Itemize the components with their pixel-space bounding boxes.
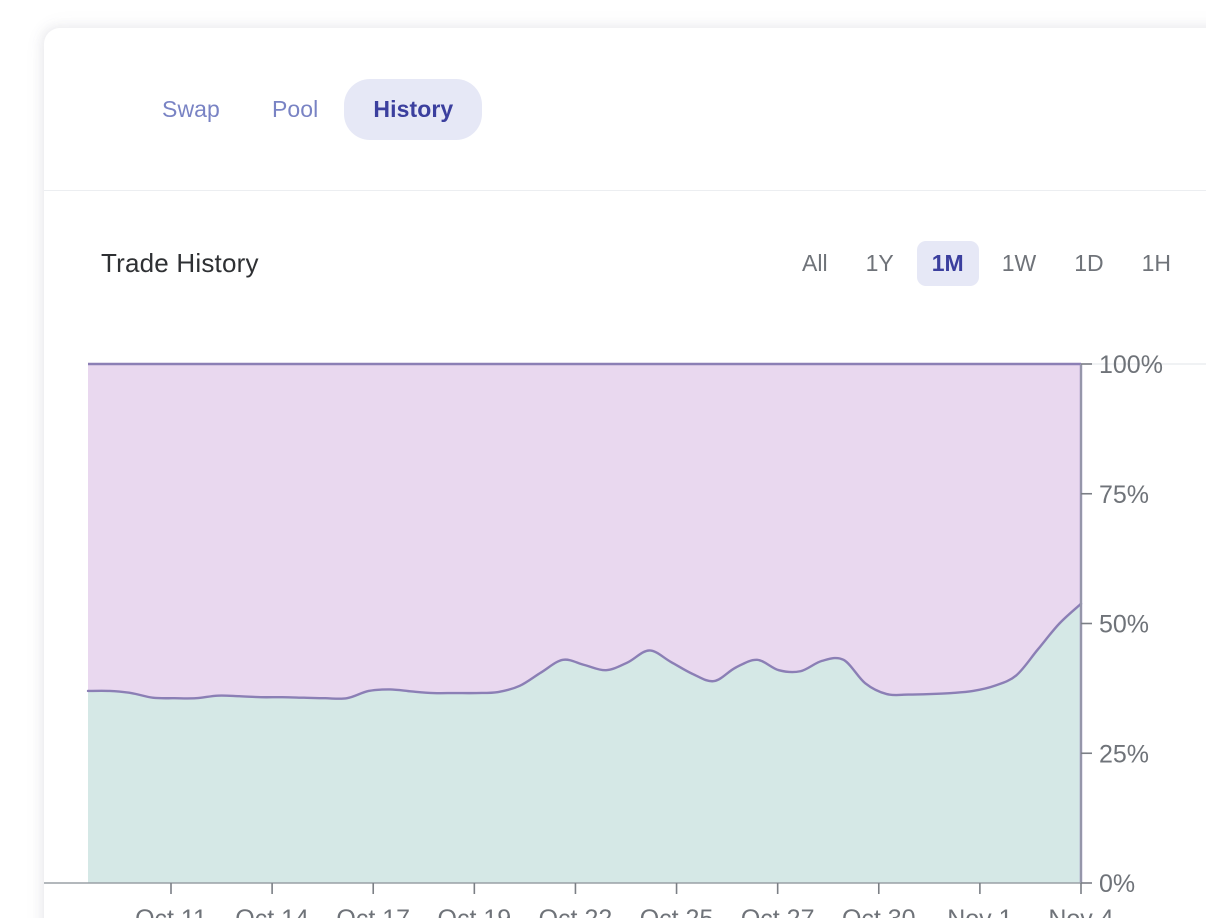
page-title: Trade History — [101, 248, 259, 279]
svg-text:Oct 30: Oct 30 — [842, 905, 916, 918]
svg-text:50%: 50% — [1099, 611, 1149, 639]
svg-text:Oct 11: Oct 11 — [135, 905, 207, 918]
app-root: Swap Pool History Trade History All 1Y 1… — [0, 0, 1206, 918]
svg-text:75%: 75% — [1099, 481, 1149, 509]
trade-history-chart[interactable]: 0% 25% 50% 75% 100% Oct 11 Oct 14 Oct 17 Oct 19 O… — [44, 336, 1206, 918]
tab-history[interactable]: History — [344, 79, 482, 140]
range-1d[interactable]: 1D — [1059, 241, 1118, 286]
svg-text:Nov 4: Nov 4 — [1048, 905, 1113, 918]
chart-areas — [88, 364, 1081, 883]
svg-text:100%: 100% — [1099, 351, 1163, 379]
range-all[interactable]: All — [787, 241, 843, 286]
svg-text:Oct 17: Oct 17 — [336, 905, 410, 918]
range-selector: All 1Y 1M 1W 1D 1H — [787, 241, 1186, 286]
tab-pool[interactable]: Pool — [246, 79, 344, 140]
svg-text:Nov 1: Nov 1 — [947, 905, 1012, 918]
svg-text:Oct 14: Oct 14 — [235, 905, 309, 918]
svg-text:Oct 27: Oct 27 — [741, 905, 815, 918]
svg-text:Oct 19: Oct 19 — [438, 905, 512, 918]
svg-text:25%: 25% — [1099, 740, 1149, 768]
tab-swap[interactable]: Swap — [136, 79, 246, 140]
panel-header: Trade History All 1Y 1M 1W 1D 1H — [44, 191, 1206, 336]
svg-text:0%: 0% — [1099, 870, 1135, 898]
range-1y[interactable]: 1Y — [851, 241, 909, 286]
history-card: Swap Pool History Trade History All 1Y 1… — [44, 28, 1206, 918]
range-1m[interactable]: 1M — [917, 241, 979, 286]
range-1w[interactable]: 1W — [987, 241, 1052, 286]
tab-bar: Swap Pool History — [44, 28, 1206, 190]
range-1h[interactable]: 1H — [1127, 241, 1186, 286]
chart-svg: 0% 25% 50% 75% 100% Oct 11 Oct 14 Oct 17 Oct 19 O… — [44, 336, 1206, 918]
svg-text:Oct 25: Oct 25 — [640, 905, 714, 918]
svg-text:Oct 22: Oct 22 — [539, 905, 613, 918]
